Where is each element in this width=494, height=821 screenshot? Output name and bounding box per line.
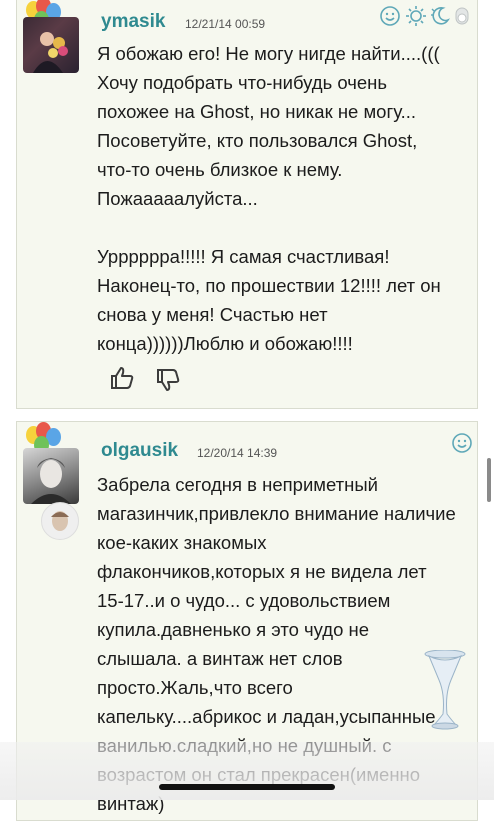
thumbs-down-icon[interactable]: [155, 367, 181, 398]
username[interactable]: olgausik: [101, 440, 178, 462]
perfume-bottle-icon[interactable]: [417, 649, 473, 735]
home-indicator[interactable]: [159, 784, 335, 790]
badge-avatar: [41, 502, 79, 540]
smiley-icon[interactable]: [451, 432, 473, 459]
bottom-overlay: [0, 742, 494, 800]
post-date: 12/20/14 14:39: [197, 446, 278, 460]
post-date: 12/21/14 00:59: [185, 17, 266, 31]
thumbs-up-icon[interactable]: [109, 365, 135, 396]
review-card: ymasik 12/21/14 00:59 Я обожаю его! Не м…: [16, 0, 478, 409]
sun-icon[interactable]: [405, 5, 427, 32]
avatar[interactable]: [23, 17, 79, 73]
post-text: Я обожаю его! Не могу нигде найти....(((…: [97, 43, 441, 354]
avatar[interactable]: [23, 448, 79, 504]
scrollbar[interactable]: [487, 458, 491, 502]
moon-icon[interactable]: [429, 5, 451, 32]
smiley-icon[interactable]: [379, 5, 401, 32]
toggle-icon[interactable]: [455, 7, 469, 30]
username[interactable]: ymasik: [101, 11, 165, 33]
